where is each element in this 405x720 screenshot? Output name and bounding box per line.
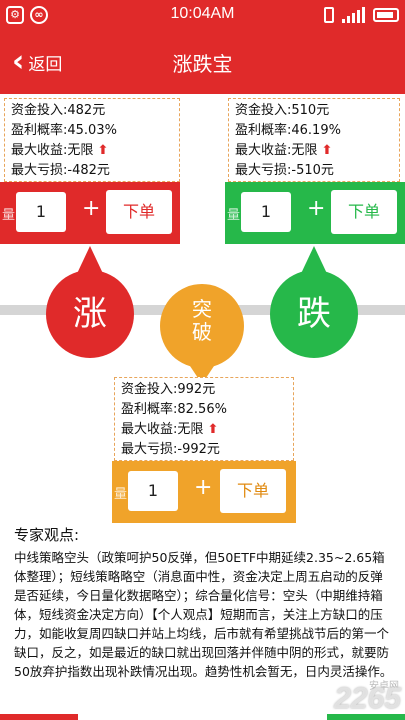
rise-circle-label: 涨 [73,294,107,334]
breakout-order-button[interactable]: 下单 [220,469,286,513]
arrow-up-icon: ⬆ [207,422,219,437]
breakout-order-bar: 量 1 + 下单 [112,461,296,523]
breakout-info-box: 资金投入:992元 盈利概率:82.56% 最大收益:无限 ⬆ 最大亏损:-99… [114,377,294,461]
bottom-green-strip [327,714,405,720]
rise-max-gain: 最大收益:无限 [11,143,94,158]
breakout-max-loss: 最大亏损:-992元 [121,442,220,457]
vibrate-icon [324,7,334,23]
signal-icon [342,7,365,23]
status-right-icons [324,7,399,23]
breakout-quantity-input[interactable]: 1 [128,471,178,511]
fall-circle-label: 跌 [297,294,331,334]
status-bar: ⚙ ∞ 10:04AM [0,0,405,30]
fall-invest: 资金投入:510元 [235,103,330,118]
fall-circle-button[interactable]: 跌 [270,270,358,358]
fall-plus-button[interactable]: + [307,196,325,221]
breakout-invest: 资金投入:992元 [121,382,216,397]
fall-qty-label: 量 [227,208,241,223]
rise-invest: 资金投入:482元 [11,103,106,118]
expert-title: 专家观点: [14,526,80,544]
battery-icon [373,8,399,22]
rise-max-loss: 最大亏损:-482元 [11,163,110,178]
rise-qty-label: 量 [2,208,16,223]
fall-order-bar: 量 1 + 下单 [225,182,405,244]
breakout-circle-line2: 破 [192,320,212,344]
page-title: 涨跌宝 [172,52,233,76]
fall-info-box: 资金投入:510元 盈利概率:46.19% 最大收益:无限 ⬆ 最大亏损:-51… [228,98,400,182]
arrow-up-icon: ⬆ [97,143,109,158]
watermark-logo: 2265 [334,682,401,715]
rise-plus-button[interactable]: + [82,196,100,221]
rise-order-bar: 量 1 + 下单 [0,182,180,244]
breakout-plus-button[interactable]: + [194,475,212,500]
rise-info-box: 资金投入:482元 盈利概率:45.03% 最大收益:无限 ⬆ 最大亏损:-48… [4,98,180,182]
bottom-red-strip [0,714,78,720]
rise-max-gain-row: 最大收益:无限 ⬆ [11,141,173,161]
rise-profit-rate: 盈利概率:45.03% [11,123,117,138]
breakout-circle-button[interactable]: 突 破 [160,284,244,368]
breakout-max-gain: 最大收益:无限 [121,422,204,437]
nav-bar: ‹ 返回 涨跌宝 [0,30,405,94]
expert-text: 中线策略空头（政策呵护50反弹，但50ETF中期延续2.35~2.65箱体整理）… [14,550,393,679]
breakout-max-gain-row: 最大收益:无限 ⬆ [121,420,287,440]
fall-max-loss: 最大亏损:-510元 [235,163,334,178]
fall-quantity-input[interactable]: 1 [241,192,291,232]
fall-max-gain: 最大收益:无限 [235,143,318,158]
rise-order-button[interactable]: 下单 [106,190,172,234]
breakout-qty-label: 量 [114,487,128,502]
fall-profit-rate: 盈利概率:46.19% [235,123,341,138]
breakout-circle-line1: 突 [192,297,212,321]
breakout-profit-rate: 盈利概率:82.56% [121,402,227,417]
rise-circle-button[interactable]: 涨 [46,270,134,358]
rise-quantity-input[interactable]: 1 [16,192,66,232]
fall-order-button[interactable]: 下单 [331,190,397,234]
fall-max-gain-row: 最大收益:无限 ⬆ [235,141,393,161]
arrow-up-icon: ⬆ [321,143,333,158]
